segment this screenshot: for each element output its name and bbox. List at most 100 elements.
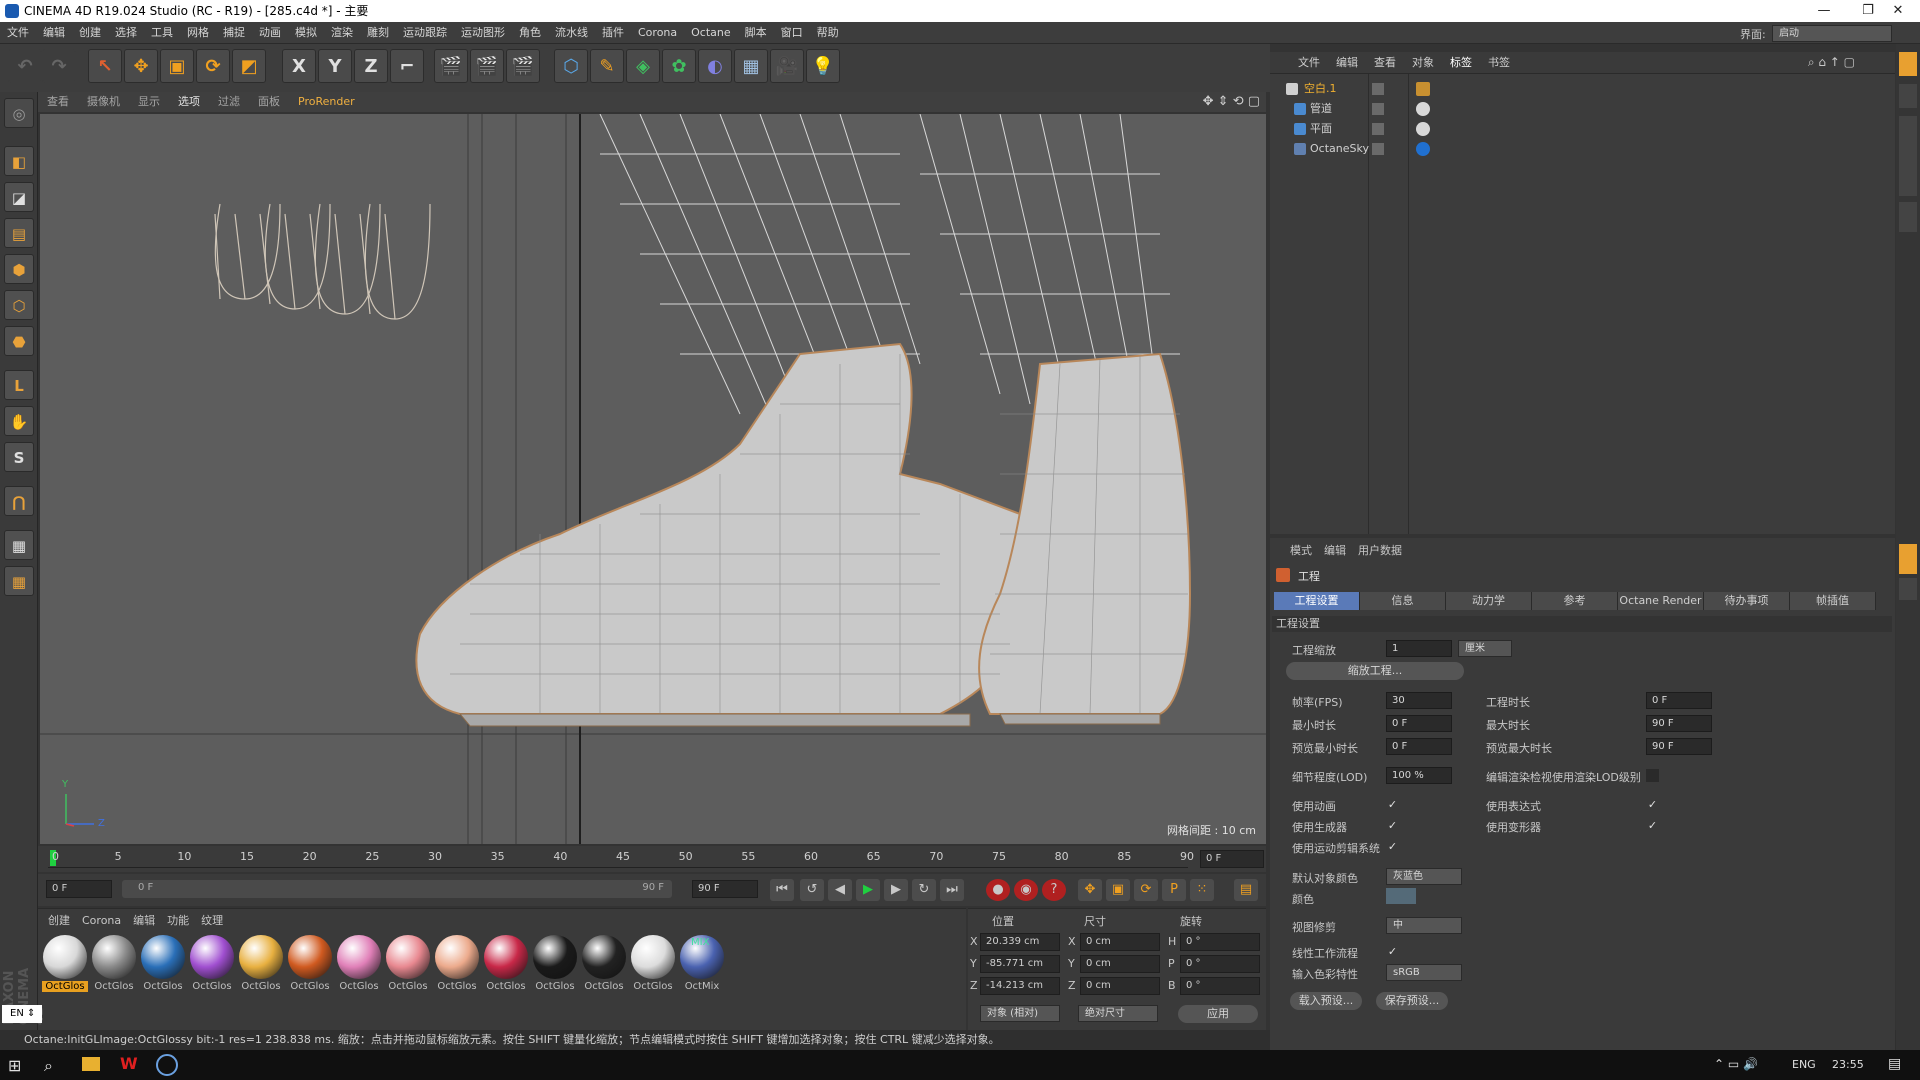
- snap-button[interactable]: S: [4, 442, 34, 472]
- object-tag-icon[interactable]: [1416, 142, 1430, 156]
- material-swatch[interactable]: OctGlos: [287, 935, 333, 997]
- next-key-button[interactable]: ↻: [912, 879, 936, 901]
- menu-window[interactable]: 窗口: [774, 22, 810, 44]
- material-swatch[interactable]: OctGlos: [532, 935, 578, 997]
- content-browser-tab[interactable]: [1899, 84, 1917, 108]
- timeline-ruler[interactable]: 0 5 10 15 20 25 30 35 40 45 50 55 60 65 70 75 80 85 90 0 F: [38, 846, 1266, 872]
- close-button[interactable]: ✕: [1876, 0, 1920, 22]
- ime-language-indicator[interactable]: EN ⇕: [2, 1005, 42, 1023]
- record-button[interactable]: ●: [986, 879, 1010, 901]
- axis-x-button[interactable]: X: [282, 49, 316, 83]
- scale-field[interactable]: 1: [1386, 640, 1452, 657]
- key-param-button[interactable]: P: [1162, 879, 1186, 901]
- attribute-tab[interactable]: Octane Render: [1618, 592, 1704, 610]
- menu-octane[interactable]: Octane: [684, 22, 738, 44]
- visibility-toggle[interactable]: [1372, 143, 1384, 155]
- object-menu-view[interactable]: 查看: [1366, 52, 1404, 74]
- visibility-toggle[interactable]: [1372, 123, 1384, 135]
- autokey-button[interactable]: ◉: [1014, 879, 1038, 901]
- clock[interactable]: 23:55: [1832, 1058, 1864, 1071]
- visibility-toggle[interactable]: [1372, 103, 1384, 115]
- attribute-tab[interactable]: 待办事项: [1704, 592, 1790, 610]
- object-tag-icon[interactable]: [1416, 102, 1430, 116]
- deformer-button[interactable]: ◐: [698, 49, 732, 83]
- menu-sculpt[interactable]: 雕刻: [360, 22, 396, 44]
- solo-button[interactable]: ▦: [4, 566, 34, 596]
- menu-snap[interactable]: 捕捉: [216, 22, 252, 44]
- fps-field[interactable]: 30: [1386, 692, 1452, 709]
- default-color-select[interactable]: 灰蓝色: [1386, 868, 1462, 885]
- coord-mode-select[interactable]: 对象 (相对): [980, 1005, 1060, 1022]
- make-editable-button[interactable]: ◎: [4, 98, 34, 128]
- viewport-menu-options[interactable]: 选项: [169, 92, 209, 112]
- key-position-button[interactable]: ✥: [1078, 879, 1102, 901]
- key-scale-button[interactable]: ▣: [1106, 879, 1130, 901]
- menu-animate[interactable]: 动画: [252, 22, 288, 44]
- rotation-field[interactable]: 0 °: [1180, 977, 1260, 995]
- material-swatch[interactable]: OctGlos: [434, 935, 480, 997]
- preview-max-field[interactable]: 90 F: [1646, 738, 1712, 755]
- menu-mesh[interactable]: 网格: [180, 22, 216, 44]
- pen-button[interactable]: ✎: [590, 49, 624, 83]
- use-motion-checkbox[interactable]: ✓: [1386, 840, 1399, 853]
- menu-corona[interactable]: Corona: [631, 22, 684, 44]
- lod-field[interactable]: 100 %: [1386, 767, 1452, 784]
- rotation-field[interactable]: 0 °: [1180, 955, 1260, 973]
- menu-help[interactable]: 帮助: [810, 22, 846, 44]
- object-row[interactable]: 空白.1: [1276, 80, 1876, 98]
- points-mode-button[interactable]: ⬢: [4, 254, 34, 284]
- preview-range-slider[interactable]: 0 F 90 F: [122, 880, 672, 898]
- size-field[interactable]: 0 cm: [1080, 933, 1160, 951]
- object-tag-icon[interactable]: [1416, 122, 1430, 136]
- menu-motion-tracking[interactable]: 运动跟踪: [396, 22, 454, 44]
- rotation-field[interactable]: 0 °: [1180, 933, 1260, 951]
- model-mode-button[interactable]: ◧: [4, 146, 34, 176]
- position-field[interactable]: -85.771 cm: [980, 955, 1060, 973]
- attributes-tab[interactable]: [1899, 544, 1917, 574]
- key-pla-button[interactable]: ⁙: [1190, 879, 1214, 901]
- texture-mode-button[interactable]: ◪: [4, 182, 34, 212]
- material-swatch[interactable]: OctGlos: [189, 935, 235, 997]
- go-to-end-button[interactable]: ⏭: [940, 879, 964, 901]
- redo-button[interactable]: ↷: [42, 49, 76, 83]
- wps-icon[interactable]: W: [120, 1054, 138, 1073]
- attribute-tab[interactable]: 帧插值: [1790, 592, 1876, 610]
- menu-mograph[interactable]: 运动图形: [454, 22, 512, 44]
- cloner-button[interactable]: ✿: [662, 49, 696, 83]
- floor-button[interactable]: ▦: [734, 49, 768, 83]
- menu-render[interactable]: 渲染: [324, 22, 360, 44]
- recent-tool-button[interactable]: ◩: [232, 49, 266, 83]
- use-generator-checkbox[interactable]: ✓: [1386, 819, 1399, 832]
- play-button[interactable]: ▶: [856, 879, 880, 901]
- move-tool-button[interactable]: ✥: [124, 49, 158, 83]
- object-tag-icon[interactable]: [1416, 82, 1430, 96]
- menu-tools[interactable]: 工具: [144, 22, 180, 44]
- object-menu-file[interactable]: 文件: [1290, 52, 1328, 74]
- lod-render-checkbox[interactable]: [1646, 769, 1659, 782]
- object-row[interactable]: 平面: [1276, 120, 1876, 138]
- material-swatch[interactable]: OctGlos: [483, 935, 529, 997]
- menu-create[interactable]: 创建: [72, 22, 108, 44]
- edges-mode-button[interactable]: ⬡: [4, 290, 34, 320]
- rotate-tool-button[interactable]: ⟳: [196, 49, 230, 83]
- size-mode-select[interactable]: 绝对尺寸: [1078, 1005, 1158, 1022]
- axis-mode-button[interactable]: L: [4, 370, 34, 400]
- object-menu-objects[interactable]: 对象: [1404, 52, 1442, 74]
- workplane-lock-button[interactable]: ▦: [4, 530, 34, 560]
- polygons-mode-button[interactable]: ⬣: [4, 326, 34, 356]
- cinema4d-taskbar-icon[interactable]: [156, 1054, 178, 1076]
- viewport-menu-camera[interactable]: 摄像机: [78, 92, 129, 112]
- material-swatch[interactable]: MIX OctMix: [679, 935, 725, 997]
- menu-simulate[interactable]: 模拟: [288, 22, 324, 44]
- scale-tool-button[interactable]: ▣: [160, 49, 194, 83]
- 3d-viewport[interactable]: Y Z 网格间距 : 10 cm: [40, 114, 1266, 844]
- key-rotation-button[interactable]: ⟳: [1134, 879, 1158, 901]
- menu-character[interactable]: 角色: [512, 22, 548, 44]
- select-tool-button[interactable]: ↖: [88, 49, 122, 83]
- material-swatch[interactable]: OctGlos: [140, 935, 186, 997]
- viewport-navigate-icons[interactable]: ✥ ⇕ ⟲ ▢: [1203, 94, 1260, 109]
- system-tray-icons[interactable]: ⌃ ▭ 🔊: [1714, 1057, 1758, 1071]
- menu-pipeline[interactable]: 流水线: [548, 22, 595, 44]
- input-color-select[interactable]: sRGB: [1386, 964, 1462, 981]
- file-explorer-icon[interactable]: [82, 1057, 100, 1071]
